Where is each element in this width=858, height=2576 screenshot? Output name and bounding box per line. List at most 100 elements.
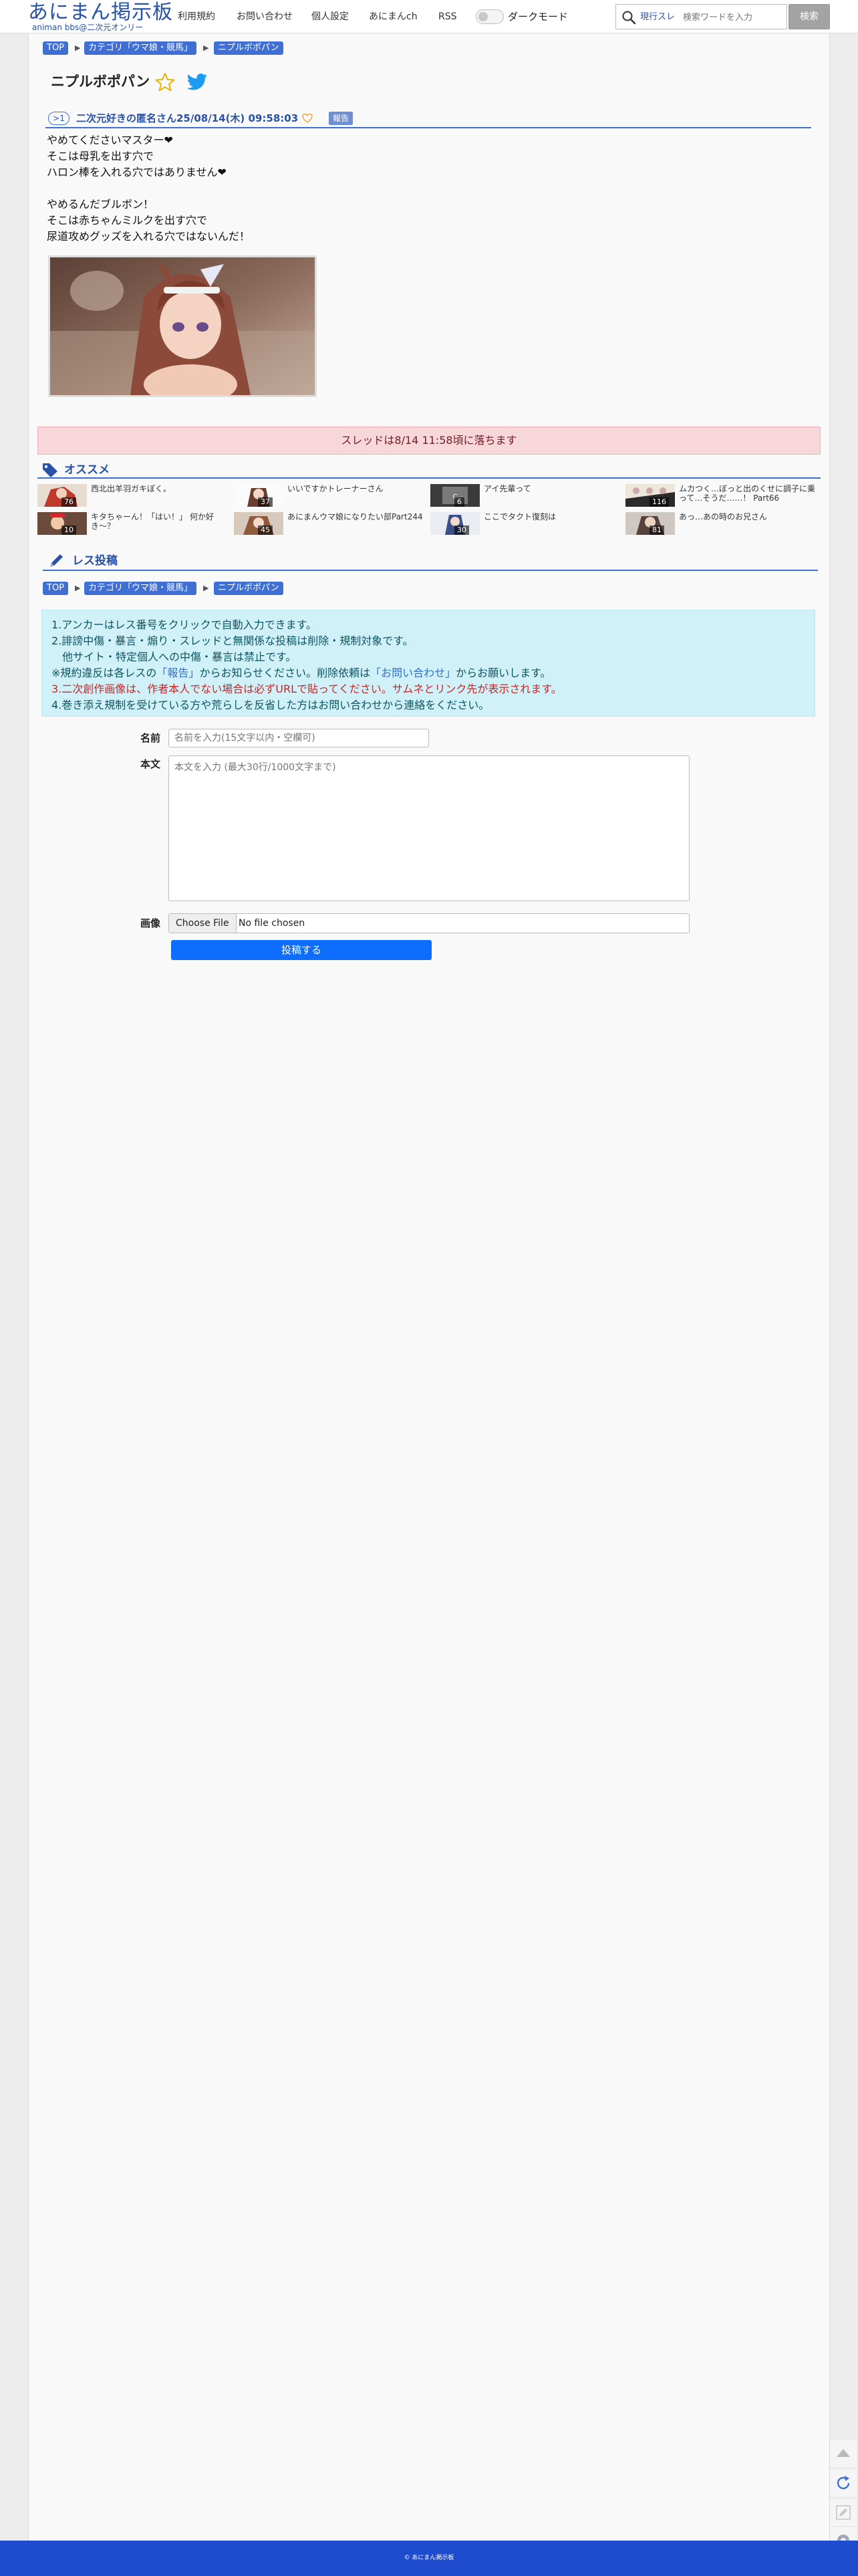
search-scope-selector[interactable]: 現行スレ — [640, 11, 675, 24]
file-status: No file chosen — [239, 918, 305, 929]
tag-icon — [43, 463, 57, 477]
recommend-title: あにまんウマ娘になりたい部Part244 — [287, 512, 423, 521]
reply-heading-label: レス投稿 — [72, 554, 118, 568]
search-icon — [622, 11, 636, 25]
nav-animanch[interactable]: あにまんch — [369, 9, 418, 24]
recommend-count: 37 — [258, 497, 273, 507]
reload-button[interactable] — [830, 2470, 857, 2496]
pencil-icon — [50, 554, 63, 567]
post-line: ハロン棒を入れる穴ではありません❤︎ — [47, 166, 227, 179]
rule-line: 2.誹謗中傷・暴言・煽り・スレッドと無関係な投稿は削除・規制対象です。 — [51, 634, 414, 647]
name-label: 名前 — [140, 732, 161, 744]
recommend-title: アイ先輩って — [484, 484, 531, 493]
contact-link[interactable]: 「お問い合わせ」 — [370, 667, 456, 679]
post-image-illustration — [50, 257, 315, 395]
breadcrumb-separator: ▶ — [75, 43, 81, 52]
post-line: 尿道攻めグッズを入れる穴ではないんだ！ — [47, 230, 251, 243]
recommend-count: 45 — [258, 525, 273, 535]
rule-line-report: ※規約違反は各レスの「報告」からお知らせください。削除依頼は「お問い合わせ」から… — [51, 665, 805, 681]
heart-icon[interactable] — [302, 113, 313, 124]
post-line: そこは母乳を出す穴で — [47, 150, 154, 162]
rule-text: ※規約違反は各レスの — [51, 667, 157, 679]
post-number[interactable]: >1 — [48, 112, 69, 125]
breadcrumb-thread[interactable]: ニプルボポパン — [214, 582, 283, 595]
breadcrumb-category[interactable]: カテゴリ「ウマ娘・競馬」 — [84, 41, 197, 55]
thread-drop-notice: スレッドは8/14 11:58頃に落ちます — [37, 427, 821, 455]
recommend-item[interactable]: C 6 アイ先輩って — [430, 484, 621, 507]
post-line: そこは赤ちゃんミルクを出す穴で — [47, 214, 208, 227]
name-field[interactable] — [168, 729, 429, 747]
report-button[interactable]: 報告 — [329, 112, 353, 125]
posting-rules: 1.アンカーはレス番号をクリックで自動入力できます。 2.誹謗中傷・暴言・煽り・… — [41, 610, 815, 717]
post-line: やめてくださいマスター❤︎ — [47, 134, 173, 146]
toggle-knob — [478, 12, 488, 21]
site-footer: © あにまん掲示板 — [0, 2541, 858, 2576]
image-file-field: Choose File No file chosen — [168, 913, 690, 933]
dark-mode-label: ダークモード — [508, 11, 569, 23]
reload-icon — [837, 2476, 850, 2490]
reply-heading: レス投稿 — [48, 551, 821, 571]
recommend-title: キタちゃーん！「はい！」 何か好き〜？ — [91, 512, 214, 531]
report-link[interactable]: 「報告」 — [156, 667, 199, 679]
post-body: やめてくださいマスター❤︎ そこは母乳を出す穴で ハロン棒を入れる穴ではありませ… — [47, 132, 515, 245]
thread-title: ニプルボポパン — [51, 74, 150, 90]
recommend-item[interactable]: 45 あにまんウマ娘になりたい部Part244 — [234, 512, 425, 535]
rule-text: からお願いします。 — [456, 667, 551, 679]
site-header: あにまん掲示板 animan bbs@二次元オンリー 利用規約 お問い合わせ 個… — [0, 0, 858, 33]
breadcrumb-separator: ▶ — [75, 584, 81, 592]
scroll-top-button[interactable] — [830, 2440, 857, 2467]
breadcrumb-top[interactable]: TOP — [43, 582, 69, 595]
recommend-title: 西北出羊羽ガキぼく。 — [91, 484, 172, 493]
recommend-count: 6 — [454, 497, 464, 507]
post-author: 二次元好きの匿名さん — [76, 112, 177, 124]
image-label: 画像 — [140, 917, 161, 929]
twitter-icon[interactable] — [186, 72, 208, 92]
recommend-count: 30 — [454, 525, 469, 535]
star-icon[interactable] — [155, 72, 175, 92]
recommend-heading-label: オススメ — [64, 463, 110, 477]
nav-settings[interactable]: 個人設定 — [311, 9, 349, 24]
search-input[interactable] — [683, 9, 783, 26]
dark-mode-toggle[interactable] — [476, 9, 504, 24]
breadcrumb-top[interactable]: TOP — [43, 41, 69, 55]
recommend-item[interactable]: 10 キタちゃーん！「はい！」 何か好き〜？ — [37, 512, 229, 535]
reply-divider — [43, 570, 818, 571]
recommend-count: 116 — [650, 497, 669, 507]
recommend-count: 10 — [61, 525, 76, 535]
recommend-count: 76 — [61, 497, 76, 507]
recommend-item[interactable]: 30 ここでタクト復刻は — [430, 512, 621, 535]
edit-button[interactable] — [830, 2499, 857, 2526]
site-logo[interactable]: あにまん掲示板 animan bbs@二次元オンリー — [28, 1, 172, 33]
post-header: >1 二次元好きの匿名さん 25/08/14(木) 09:58:03 報告 — [45, 110, 811, 128]
edit-icon — [836, 2505, 851, 2520]
recommend-item[interactable]: 37 いいですかトレーナーさん — [234, 484, 425, 507]
search-button[interactable]: 検索 — [789, 4, 830, 29]
recommend-title: ムカつく…ぼっと出のくせに調子に乗って…そうだ……！ Part66 — [679, 484, 816, 503]
scroll-top-icon — [837, 2449, 850, 2457]
breadcrumb-category[interactable]: カテゴリ「ウマ娘・競馬」 — [84, 582, 197, 595]
submit-button[interactable]: 投稿する — [171, 940, 432, 960]
nav-terms[interactable]: 利用規約 — [178, 9, 215, 24]
rule-line: 他サイト・特定個人への中傷・暴言は禁止です。 — [51, 651, 297, 663]
recommend-title: いいですかトレーナーさん — [287, 484, 384, 493]
recommend-item[interactable]: 81 あっ…あの時のお兄さん — [625, 512, 817, 535]
post-date: 25/08/14(木) 09:58:03 — [176, 112, 299, 124]
rule-line: 1.アンカーはレス番号をクリックで自動入力できます。 — [51, 618, 317, 631]
recommend-title: あっ…あの時のお兄さん — [679, 512, 768, 521]
post-line — [47, 181, 515, 197]
post-image[interactable] — [48, 255, 317, 397]
logo-subtitle: animan bbs@二次元オンリー — [32, 23, 144, 32]
search-box: 現行スレ — [615, 4, 787, 29]
logo-title: あにまん掲示板 — [28, 1, 173, 24]
nav-contact[interactable]: お問い合わせ — [237, 9, 293, 24]
choose-file-button[interactable]: Choose File — [169, 914, 237, 933]
rule-text: からお知らせください。削除依頼は — [199, 667, 371, 679]
body-field[interactable] — [168, 755, 690, 901]
recommend-count: 81 — [650, 525, 664, 535]
recommend-item[interactable]: 116 ムカつく…ぼっと出のくせに調子に乗って…そうだ……！ Part66 — [625, 484, 817, 507]
nav-rss[interactable]: RSS — [438, 9, 457, 24]
rule-line: 4.巻き添え規制を受けている方や荒らしを反省した方はお問い合わせから連絡をくださ… — [51, 699, 490, 711]
post-line: やめるんだブルボン！ — [47, 198, 154, 211]
breadcrumb-thread[interactable]: ニプルボポパン — [214, 41, 283, 55]
recommend-item[interactable]: 76 西北出羊羽ガキぼく。 — [37, 484, 229, 507]
